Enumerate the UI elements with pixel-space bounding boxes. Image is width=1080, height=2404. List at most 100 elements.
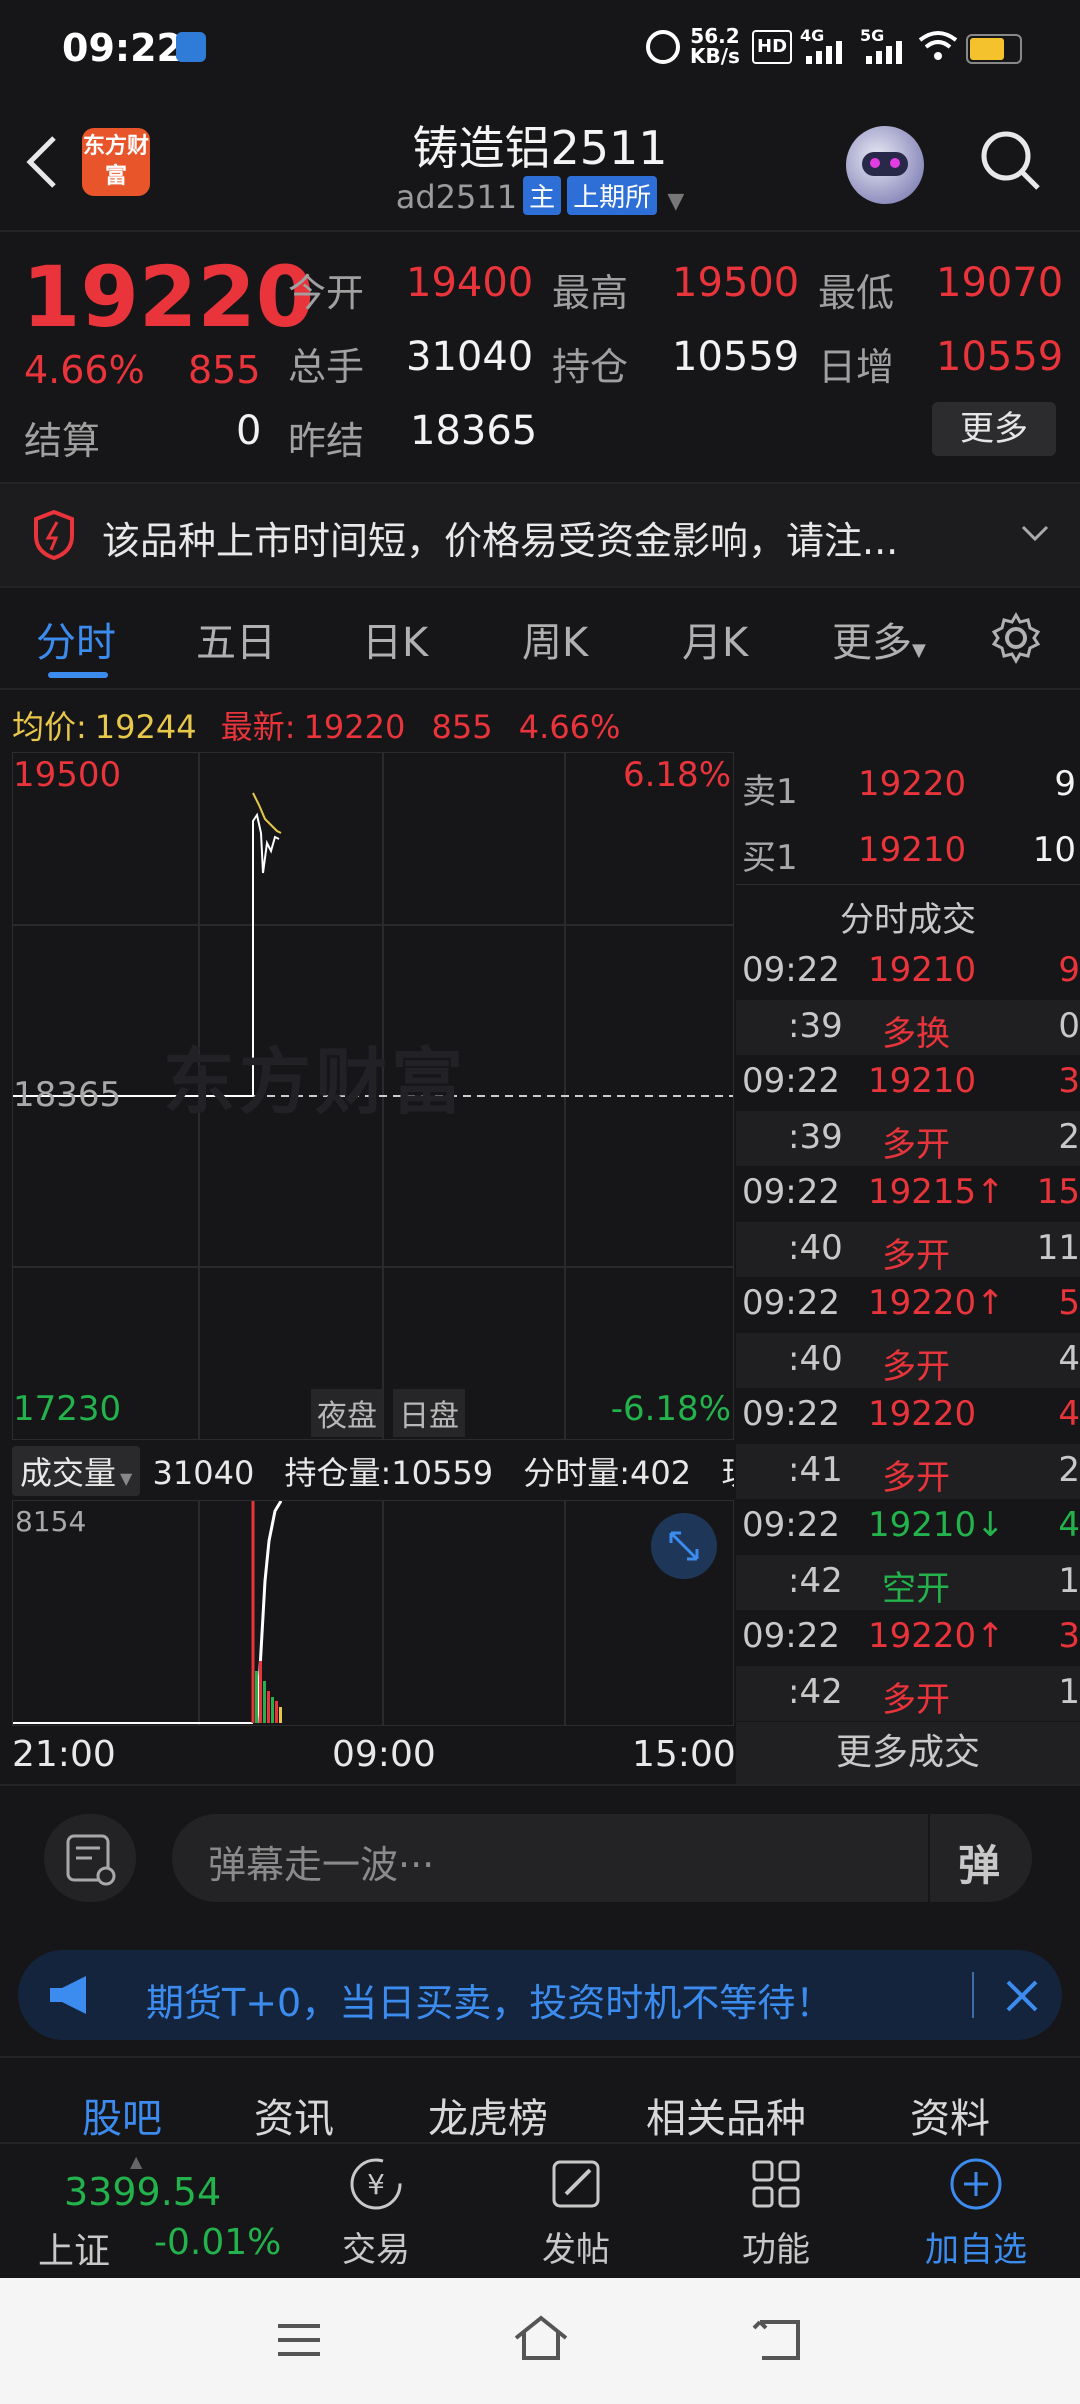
high-label: 最高 (552, 271, 629, 315)
change-value: 855 (188, 348, 261, 392)
close-icon[interactable] (1002, 1976, 1042, 2016)
latest-change-pct: 4.66% (518, 708, 621, 746)
trade-time: :41 (788, 1449, 843, 1490)
trade-qty: 9 (1058, 950, 1080, 990)
home-icon[interactable] (510, 2314, 572, 2364)
promo-text: 期货T+0，当日买卖，投资时机不等待！ (146, 1981, 834, 2025)
trade-time: :39 (788, 1116, 843, 1157)
daily-change-label: 日增 (818, 345, 895, 389)
trade-price: 多开 (882, 1346, 950, 1387)
volume-label: 总手 (288, 345, 365, 389)
trade-time: :40 (788, 1227, 843, 1268)
tab-monthly-k[interactable]: 月K (682, 610, 748, 668)
bid-qty: 10 (1032, 830, 1076, 870)
status-time: 09:22 (62, 26, 183, 70)
net-speed-value: 56.2 (690, 24, 740, 48)
trade-qty: 2 (1058, 1449, 1080, 1490)
volume-axis-max: 8154 (15, 1505, 87, 1538)
danmu-input[interactable]: 弹幕走一波··· 弹 (172, 1814, 1032, 1902)
fullscreen-icon[interactable] (651, 1513, 717, 1579)
nav-trade[interactable]: ¥ 交易 (296, 2152, 456, 2272)
pct-axis-bottom: -6.18% (610, 1389, 731, 1429)
trade-qty: 4 (1058, 1338, 1080, 1379)
trade-row: 09:22 19220 4 (736, 1388, 1080, 1443)
trade-icon: ¥ (350, 2158, 402, 2210)
tab-dragon-tiger[interactable]: 龙虎榜 (428, 2086, 548, 2144)
latest-price-label: 最新: (220, 708, 296, 746)
nav-add-watchlist[interactable]: 加自选 (896, 2152, 1056, 2272)
trade-time: :42 (788, 1671, 843, 1712)
tab-intraday[interactable]: 分时 (36, 610, 116, 668)
order-book: 卖1 19220 9 买1 19210 10 (736, 752, 1080, 885)
trade-row: 09:22 19220↑ 3 (736, 1610, 1080, 1665)
wifi-icon (918, 31, 958, 60)
trade-qty: 2 (1058, 1116, 1080, 1157)
y-axis-bottom: 17230 (13, 1389, 122, 1429)
trades-title: 分时成交 (840, 900, 976, 940)
intraday-chart[interactable]: 东方财富 19500 18365 17230 6.18% -6.18% 夜盘 日… (12, 752, 734, 1440)
ask-label: 卖1 (742, 772, 798, 812)
daily-change-value: 10559 (936, 334, 1064, 380)
nav-functions[interactable]: 功能 (696, 2152, 856, 2272)
trade-price: 19215↑ (868, 1172, 1005, 1212)
trade-qty: 5 (1058, 1283, 1080, 1323)
danmu-toggle-icon[interactable] (44, 1814, 136, 1902)
night-session-label: 夜盘 (311, 1389, 383, 1437)
alarm-icon (646, 30, 680, 64)
trade-time: 09:22 (742, 1616, 840, 1656)
back-nav-icon[interactable] (752, 2316, 806, 2364)
nav-post[interactable]: 发帖 (496, 2152, 656, 2272)
trade-qty: 15 (1036, 1172, 1080, 1212)
status-bar: 09:22 56.2 KB/s HD 4G 5G (0, 0, 1080, 96)
trade-time: 09:22 (742, 950, 840, 990)
trade-row: :39 多开 2 (736, 1110, 1080, 1166)
volume-chart[interactable]: 8154 (12, 1500, 734, 1726)
tab-weekly-k[interactable]: 周K (522, 610, 588, 668)
trade-qty: 3 (1058, 1616, 1080, 1656)
danmu-send-button[interactable]: 弹 (958, 1832, 1000, 1893)
x-axis-label-start: 21:00 (12, 1734, 116, 1775)
tab-related[interactable]: 相关品种 (646, 2086, 806, 2144)
open-interest-total: 持仓量:10559 (284, 1454, 494, 1492)
trade-time: 09:22 (742, 1283, 840, 1323)
hd-icon: HD (752, 30, 793, 64)
battery-icon (966, 34, 1022, 64)
trade-qty: 0 (1058, 1005, 1080, 1046)
expand-chevron-icon[interactable] (1020, 522, 1050, 544)
index-name: 上证 (38, 2231, 111, 2272)
tab-five-day[interactable]: 五日 (196, 610, 276, 668)
tab-news[interactable]: 资讯 (254, 2086, 334, 2144)
settings-gear-icon[interactable] (990, 612, 1042, 664)
more-trades-button[interactable]: 更多成交 (736, 1722, 1080, 1784)
nav-add-watchlist-label: 加自选 (925, 2230, 1027, 2270)
trade-time: :42 (788, 1560, 843, 1601)
trade-row: :39 多换 0 (736, 999, 1080, 1055)
y-axis-mid: 18365 (13, 1075, 122, 1115)
net-speed: 56.2 KB/s (690, 26, 740, 66)
tab-guba[interactable]: 股吧 (82, 2086, 162, 2144)
y-axis-top: 19500 (13, 755, 122, 795)
price-summary-line: 均价: 19244 最新: 19220 855 4.66% (12, 702, 620, 748)
search-icon[interactable] (978, 128, 1044, 194)
trade-qty: 11 (1036, 1227, 1080, 1268)
tab-more[interactable]: 更多▼ (832, 610, 926, 668)
open-interest-value: 10559 (672, 334, 800, 380)
app-notification-icon (176, 32, 206, 62)
volume-selector[interactable]: 成交量 ▼ (12, 1446, 141, 1496)
trade-time: 09:22 (742, 1394, 840, 1434)
current-volume: 现量:3 (721, 1454, 734, 1492)
promo-banner[interactable]: 期货T+0，当日买卖，投资时机不等待！ (18, 1950, 1062, 2040)
trade-qty: 3 (1058, 1061, 1080, 1101)
x-axis-label-mid: 09:00 (332, 1734, 436, 1775)
risk-notice[interactable]: 该品种上市时间短，价格易受资金影响，请注... (0, 482, 1080, 588)
tab-daily-k[interactable]: 日K (362, 610, 428, 668)
trade-time: 09:22 (742, 1061, 840, 1101)
tab-profile[interactable]: 资料 (910, 2086, 990, 2144)
index-ticker[interactable]: ▲ 3399.54 上证 -0.01% (34, 2152, 294, 2272)
trade-price: 空开 (882, 1568, 950, 1609)
more-quote-button[interactable]: 更多 (932, 402, 1056, 456)
robot-assistant-icon[interactable] (846, 126, 924, 204)
trade-qty: 4 (1058, 1394, 1080, 1434)
change-percent: 4.66% (24, 348, 145, 392)
menu-icon[interactable] (274, 2318, 324, 2362)
